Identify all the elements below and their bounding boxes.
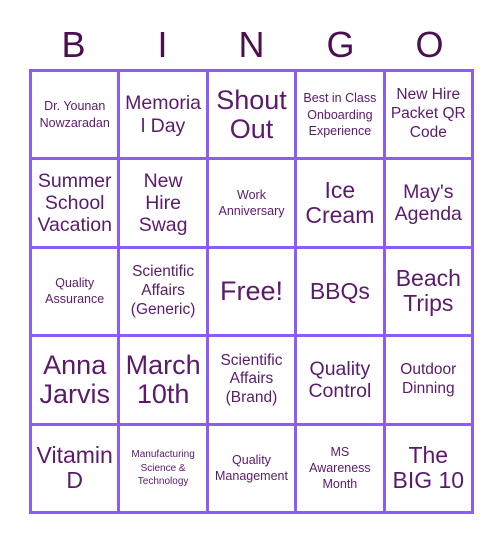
bingo-cell-label: Quality Control	[308, 357, 372, 402]
bingo-header-letter-n: N	[238, 23, 265, 65]
bingo-cell-label: May's Agenda	[394, 180, 462, 226]
bingo-cell[interactable]: Dr. Younan Nowzaradan	[32, 72, 121, 161]
bingo-cell[interactable]: Beach Trips	[385, 248, 474, 338]
bingo-cell-label: New Hire Swag	[138, 169, 188, 237]
bingo-cell[interactable]: Ice Cream	[297, 160, 386, 249]
bingo-cell-free[interactable]: Free!	[208, 248, 298, 338]
bingo-cell[interactable]: MS Awareness Month	[297, 425, 386, 514]
bingo-cell[interactable]: The BIG 10	[385, 425, 474, 514]
bingo-cell-label: Scientific Affairs (Generic)	[130, 263, 196, 318]
bingo-cell[interactable]: Memorial Day	[120, 72, 209, 161]
bingo-cell[interactable]: Shout Out	[208, 72, 298, 161]
bingo-cell[interactable]: Outdoor Dinning	[385, 337, 474, 426]
bingo-cell-label: March 10th	[125, 349, 201, 409]
bingo-header-letter-i: I	[157, 23, 168, 65]
bingo-cell-label: MS Awareness Month	[309, 444, 371, 492]
bingo-cell-label: Best in Class Onboarding Experience	[303, 91, 377, 138]
bingo-cell-label: Summer School Vacation	[37, 169, 112, 237]
bingo-cell[interactable]: BBQs	[297, 248, 386, 338]
bingo-cell[interactable]: New Hire Packet QR Code	[385, 72, 474, 161]
bingo-cell[interactable]: Manufacturing Science & Technology	[120, 425, 209, 514]
bingo-cell-label: Shout Out	[216, 84, 287, 144]
bingo-cell-label: Work Anniversary	[218, 187, 285, 219]
bingo-cell[interactable]: Scientific Affairs (Brand)	[208, 337, 298, 426]
bingo-cell[interactable]: Scientific Affairs (Generic)	[120, 248, 209, 338]
bingo-cell-label: The BIG 10	[392, 442, 465, 494]
bingo-grid: Dr. Younan Nowzaradan Memorial Day Shout O…	[29, 69, 474, 514]
bingo-cell-label: New Hire Packet QR Code	[390, 86, 466, 142]
bingo-cell-label: Quality Assurance	[45, 276, 105, 307]
bingo-header: B I N G O	[29, 22, 474, 67]
bingo-header-letter-g: G	[326, 23, 355, 65]
bingo-header-letter-b: B	[61, 23, 86, 65]
bingo-cell[interactable]: Work Anniversary	[208, 160, 298, 249]
bingo-cell[interactable]: Quality Assurance	[32, 248, 121, 338]
bingo-cell-label: Beach Trips	[395, 265, 461, 317]
bingo-cell-label: Anna Jarvis	[39, 349, 110, 409]
bingo-cell-label: BBQs	[309, 277, 370, 304]
bingo-cell-label: Manufacturing Science & Technology	[131, 449, 195, 488]
bingo-cell[interactable]: Vitamin D	[32, 425, 121, 514]
bingo-cell-label: Ice Cream	[305, 176, 375, 229]
bingo-cell-label: Quality Management	[215, 453, 288, 484]
bingo-cell[interactable]: Quality Control	[297, 337, 386, 426]
bingo-header-letter-o: O	[415, 23, 444, 65]
bingo-cell-label: Memorial Day	[125, 92, 202, 137]
bingo-cell[interactable]: Anna Jarvis	[32, 337, 121, 426]
bingo-cell-label: Dr. Younan Nowzaradan	[39, 99, 110, 130]
bingo-cell[interactable]: Best in Class Onboarding Experience	[297, 72, 386, 161]
bingo-cell-label: Free!	[219, 275, 283, 306]
bingo-cell[interactable]: May's Agenda	[385, 160, 474, 249]
bingo-cell[interactable]: New Hire Swag	[120, 160, 209, 249]
bingo-cell-label: Vitamin D	[36, 442, 113, 494]
bingo-cell[interactable]: Summer School Vacation	[32, 160, 121, 249]
bingo-cell-label: Scientific Affairs (Brand)	[220, 351, 283, 407]
bingo-card: B I N G O Dr. Younan Nowzaradan Memorial …	[0, 0, 501, 544]
bingo-cell[interactable]: March 10th	[120, 337, 209, 426]
bingo-cell[interactable]: Quality Management	[208, 425, 298, 514]
bingo-cell-label: Outdoor Dinning	[400, 360, 457, 397]
